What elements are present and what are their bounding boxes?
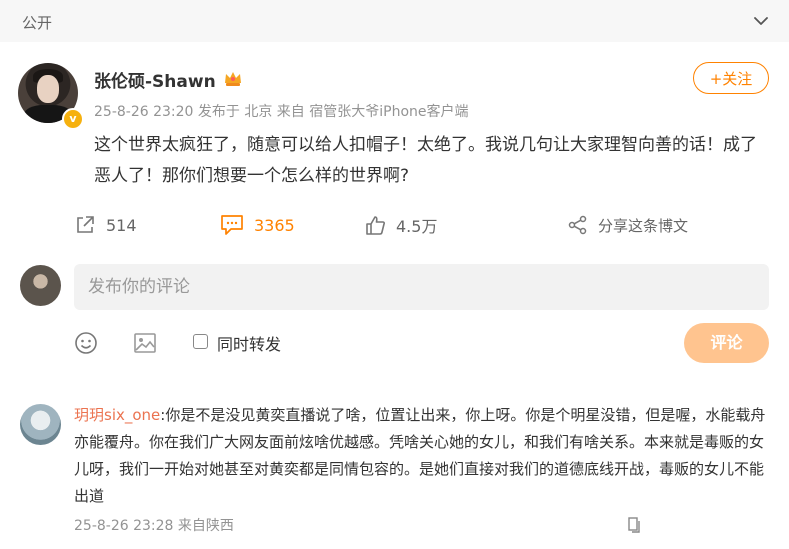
comment-meta: 25-8-26 23:28 来自陕西	[74, 518, 234, 534]
emoji-icon[interactable]	[74, 331, 98, 355]
comment-button[interactable]: 3365	[220, 212, 295, 238]
post-meta: 25-8-26 23:20 发布于 北京 来自 宿管张大爷iPhone客户端	[94, 104, 469, 120]
comment-item: 玥玥six_one:你是不是没见黄奕直播说了啥，位置让出来，你上呀。你是个明星没…	[74, 402, 769, 510]
comment-input[interactable]: 发布你的评论	[74, 264, 769, 310]
share-label: 分享这条博文	[598, 216, 689, 235]
visibility-label: 公开	[22, 14, 53, 32]
thumbs-up-icon	[366, 216, 385, 235]
comment-text: :你是不是没见黄奕直播说了啥，位置让出来，你上呀。你是个明星没错，但是喔，水能载…	[74, 406, 766, 505]
top-bar: 公开	[0, 0, 789, 42]
image-icon[interactable]	[133, 331, 157, 355]
repost-icon	[77, 216, 94, 233]
more-icon[interactable]	[628, 517, 640, 533]
repost-count: 514	[106, 215, 137, 235]
follow-button[interactable]: +关注	[693, 62, 769, 94]
like-count: 4.5万	[396, 217, 438, 236]
like-button[interactable]: 4.5万	[364, 212, 437, 238]
commenter-avatar[interactable]	[20, 404, 61, 445]
repost-checkbox[interactable]	[193, 334, 208, 349]
verified-badge-icon: v	[62, 108, 84, 130]
crown-icon	[225, 72, 241, 86]
share-button[interactable]: 分享这条博文	[568, 212, 688, 238]
share-icon	[568, 215, 587, 235]
submit-comment-button[interactable]: 评论	[684, 323, 769, 363]
repost-checkbox-label[interactable]: 同时转发	[217, 331, 281, 355]
author-name[interactable]: 张伦硕-Shawn	[94, 67, 216, 92]
repost-button[interactable]: 514	[74, 212, 137, 238]
commenter-name[interactable]: 玥玥six_one	[74, 406, 160, 424]
current-user-avatar	[20, 265, 61, 306]
chevron-down-icon[interactable]	[751, 11, 771, 31]
post-content: 这个世界太疯狂了，随意可以给人扣帽子！太绝了。我说几句让大家理智向善的话！成了恶…	[94, 135, 757, 186]
comment-count: 3365	[254, 215, 295, 235]
comment-icon	[221, 215, 243, 235]
